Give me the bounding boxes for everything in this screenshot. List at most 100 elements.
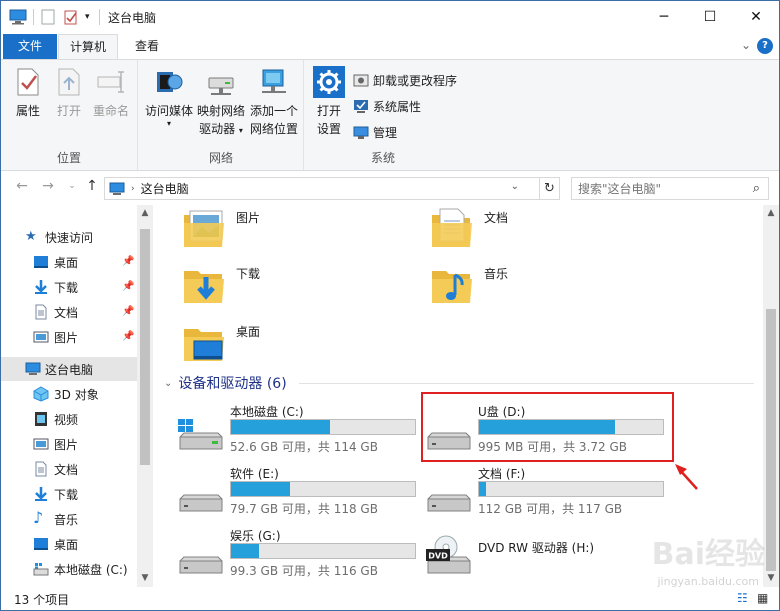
nav-local-disk-c[interactable]: 本地磁盘 (C:): [1, 557, 153, 581]
search-box[interactable]: ⌕: [571, 177, 769, 200]
details-view-icon[interactable]: ☷: [737, 591, 748, 605]
large-icons-view-icon[interactable]: ▦: [757, 591, 768, 605]
collapse-chevron-icon[interactable]: ⌄: [164, 378, 172, 389]
address-bar[interactable]: › 这台电脑 ⌄: [104, 177, 540, 200]
scroll-up-arrow-icon[interactable]: ▲: [763, 208, 779, 218]
ribbon-group-system: 打开 设置 卸载或更改程序 系统属性 管理 系统: [305, 60, 461, 170]
uninstall-label: 卸载或更改程序: [373, 73, 458, 88]
nav-label: 音乐: [54, 512, 79, 527]
nav-videos[interactable]: 视频: [1, 407, 153, 431]
scroll-up-arrow-icon[interactable]: ▲: [137, 208, 153, 218]
scroll-down-arrow-icon[interactable]: ▼: [137, 573, 153, 583]
minimize-button[interactable]: ─: [641, 1, 687, 33]
drive-name: 娱乐 (G:): [230, 529, 281, 543]
nav-3d-objects[interactable]: 3D 对象: [1, 382, 153, 406]
drive-usage-fill: [231, 544, 259, 558]
file-explorer-window: ▾ 这台电脑 ─ ☐ ✕ 文件 计算机 查看 ⌄ ? 属性 打开 重命名 位置 …: [0, 0, 780, 611]
uninstall-program-button[interactable]: 卸载或更改程序: [353, 70, 457, 90]
downloads-folder-icon: [182, 263, 226, 307]
nav-label: 视频: [54, 412, 79, 427]
collapse-ribbon-icon[interactable]: ⌄: [741, 38, 751, 52]
nav-quick-access[interactable]: ★ 快速访问: [1, 225, 153, 249]
drive-item[interactable]: 文档 (F:) 112 GB 可用，共 117 GB: [424, 465, 664, 521]
drive-item[interactable]: 娱乐 (G:) 99.3 GB 可用，共 116 GB: [176, 527, 416, 583]
qa-customize-icon[interactable]: ▾: [85, 7, 90, 27]
pin-icon[interactable]: 📌: [122, 331, 134, 342]
open-button[interactable]: 打开: [51, 66, 87, 120]
nav-documents[interactable]: 文档: [1, 457, 153, 481]
content-scrollbar-thumb[interactable]: [766, 309, 776, 571]
properties-label: 属性: [15, 104, 40, 118]
nav-pictures[interactable]: 图片: [1, 432, 153, 456]
nav-desktop[interactable]: 桌面: [1, 532, 153, 556]
properties-quick-icon[interactable]: [41, 7, 55, 27]
address-chevron-icon: ›: [131, 183, 135, 194]
watermark-logo: Bai经验: [651, 537, 765, 572]
pin-icon[interactable]: 📌: [122, 306, 134, 317]
system-properties-button[interactable]: 系统属性: [353, 96, 421, 116]
address-dropdown-icon[interactable]: ⌄: [511, 181, 519, 192]
add-network-location-button[interactable]: 添加一个 网络位置: [247, 66, 301, 138]
nav-quick-documents[interactable]: 文档 📌: [1, 300, 153, 324]
3d-objects-icon: [33, 386, 49, 402]
nav-quick-downloads[interactable]: 下载 📌: [1, 275, 153, 299]
open-settings-label-2: 设置: [316, 122, 341, 136]
maximize-button[interactable]: ☐: [687, 1, 733, 33]
hard-drive-icon: [424, 481, 472, 515]
access-media-button[interactable]: 访问媒体 ▾: [143, 66, 195, 128]
drive-item[interactable]: DVD DVD RW 驱动器 (H:): [424, 527, 664, 583]
uninstall-icon: [353, 72, 369, 88]
tab-computer[interactable]: 计算机: [58, 34, 118, 60]
nav-quick-desktop[interactable]: 桌面 📌: [1, 250, 153, 274]
nav-this-pc[interactable]: 这台电脑: [1, 357, 153, 381]
nav-music[interactable]: ♪ 音乐: [1, 507, 153, 531]
search-input[interactable]: [578, 181, 738, 196]
drive-item[interactable]: 本地磁盘 (C:) 52.6 GB 可用，共 114 GB: [176, 403, 416, 459]
navigation-pane: ★ 快速访问 桌面 📌 下载 📌 文档 📌 图片 📌 这台电脑 3D 对象 视频…: [1, 205, 153, 587]
back-arrow-icon[interactable]: ←: [13, 178, 31, 198]
access-media-dropdown-icon: ▾: [166, 119, 171, 128]
search-icon[interactable]: ⌕: [753, 181, 760, 196]
devices-header-label: 设备和驱动器 (6): [178, 376, 287, 392]
drive-usage-fill: [231, 420, 331, 434]
help-icon[interactable]: ?: [757, 38, 773, 54]
pin-icon[interactable]: 📌: [122, 281, 134, 292]
folder-item[interactable]: 下载: [182, 263, 422, 313]
forward-arrow-icon[interactable]: →: [39, 178, 57, 198]
tab-file[interactable]: 文件: [3, 34, 57, 59]
map-network-drive-button[interactable]: 映射网络 驱动器 ▾: [195, 66, 247, 140]
music-note-icon: ♪: [33, 508, 44, 527]
folder-item[interactable]: 桌面: [182, 321, 422, 371]
tab-view[interactable]: 查看: [121, 34, 173, 59]
breadcrumb-this-pc[interactable]: 这台电脑: [141, 180, 189, 197]
address-this-pc-icon: [109, 182, 125, 196]
folder-item[interactable]: 音乐: [430, 263, 670, 313]
window-title: 这台电脑: [108, 11, 157, 25]
scroll-down-arrow-icon[interactable]: ▼: [763, 573, 779, 583]
drive-item[interactable]: 软件 (E:) 79.7 GB 可用，共 118 GB: [176, 465, 416, 521]
devices-section-header[interactable]: ⌄ 设备和驱动器 (6): [164, 373, 287, 393]
nav-quick-pictures[interactable]: 图片 📌: [1, 325, 153, 349]
nav-downloads[interactable]: 下载: [1, 482, 153, 506]
open-settings-button[interactable]: 打开 设置: [311, 66, 347, 138]
refresh-icon[interactable]: ↻: [540, 177, 560, 200]
folder-item[interactable]: 图片: [182, 207, 422, 257]
rename-button[interactable]: 重命名: [89, 66, 133, 120]
drive-info: 79.7 GB 可用，共 118 GB: [230, 502, 378, 516]
content-scrollbar[interactable]: ▲ ▼: [763, 205, 779, 587]
nav-scrollbar-thumb[interactable]: [140, 229, 150, 465]
manage-button[interactable]: 管理: [353, 122, 397, 142]
folder-item[interactable]: 文档: [430, 207, 670, 257]
nav-pane-scrollbar[interactable]: ▲ ▼: [137, 205, 153, 587]
new-folder-quick-icon[interactable]: [63, 7, 79, 27]
folder-name: 图片: [236, 211, 261, 225]
properties-button[interactable]: 属性: [9, 66, 47, 120]
drive-name: DVD RW 驱动器 (H:): [478, 541, 595, 555]
recent-locations-icon[interactable]: ⌄: [63, 181, 81, 201]
close-button[interactable]: ✕: [733, 1, 779, 33]
map-drive-label-2-row: 驱动器 ▾: [195, 120, 247, 140]
pin-icon[interactable]: 📌: [122, 256, 134, 267]
up-arrow-icon[interactable]: ↑: [83, 178, 101, 198]
group-label-network: 网络: [208, 151, 233, 165]
nav-label: 文档: [54, 305, 79, 320]
